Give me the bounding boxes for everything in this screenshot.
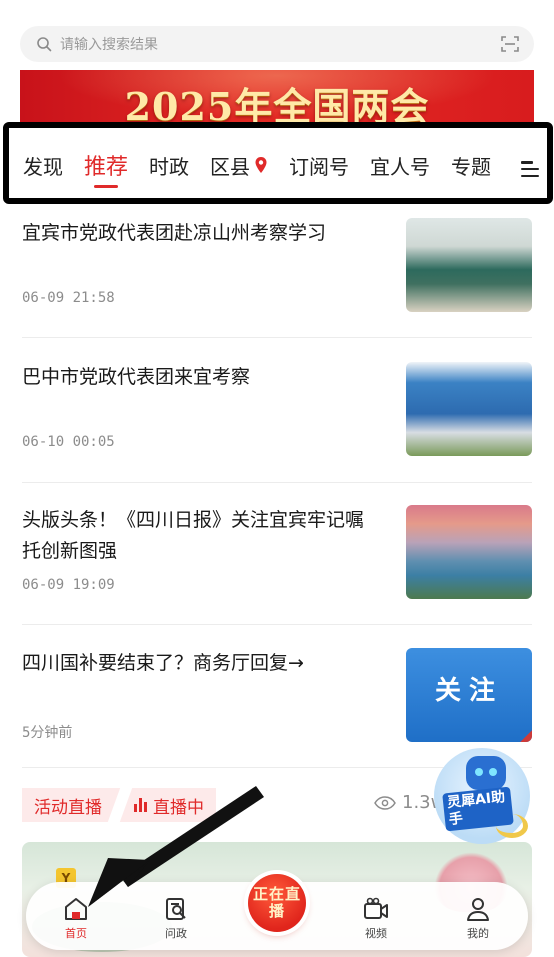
tab-districts[interactable]: 区县 [210, 151, 268, 179]
live-activity-label: 活动直播 [34, 797, 102, 818]
tab-subscriptions[interactable]: 订阅号 [289, 151, 349, 179]
live-tag: 活动直播 直播中 [22, 788, 216, 822]
news-thumbnail: 关注 [406, 648, 532, 742]
news-title: 四川国补要结束了？商务厅回复→ [22, 652, 304, 674]
news-time: 5分钟前 [22, 725, 73, 741]
news-title: 头版头条！《四川日报》关注宜宾牢记嘱托创新图强 [22, 509, 365, 562]
tab-discover[interactable]: 发现 [23, 151, 63, 179]
news-thumbnail [406, 505, 532, 599]
news-thumbnail [406, 362, 532, 456]
ai-assistant-button[interactable]: 灵犀AI助手 [434, 748, 534, 844]
news-item[interactable]: 头版头条！《四川日报》关注宜宾牢记嘱托创新图强 06-09 19:09 [22, 505, 532, 625]
nav-profile[interactable]: 我的 [448, 896, 508, 941]
news-title: 宜宾市党政代表团赴凉山州考察学习 [22, 222, 327, 244]
home-icon [65, 898, 87, 920]
live-status: 直播中 [153, 797, 204, 818]
news-title: 巴中市党政代表团来宜考察 [22, 366, 251, 388]
robot-icon [466, 756, 506, 790]
news-time: 06-09 19:09 [22, 577, 115, 593]
video-camera-icon [364, 897, 388, 919]
tab-topics[interactable]: 专题 [451, 151, 491, 179]
bottom-nav: 首页 问政 正在直播 视频 我的 [26, 874, 528, 950]
nav-home[interactable]: 首页 [46, 896, 106, 941]
scan-icon[interactable] [500, 34, 520, 54]
event-banner[interactable]: 2025年全国两会 [20, 70, 534, 126]
inquiry-icon [166, 898, 186, 920]
search-icon [37, 37, 52, 52]
search-bar[interactable]: 请输入搜索结果 [20, 26, 534, 62]
channel-tabs: 发现 推荐 时政 区县 订阅号 宜人号 专题 [3, 122, 553, 204]
news-item[interactable]: 宜宾市党政代表团赴凉山州考察学习 06-09 21:58 [22, 218, 532, 338]
live-now-button[interactable]: 正在直播 [248, 874, 306, 932]
news-time: 06-10 00:05 [22, 434, 115, 450]
tab-yiren[interactable]: 宜人号 [370, 151, 430, 179]
news-item[interactable]: 巴中市党政代表团来宜考察 06-10 00:05 [22, 362, 532, 506]
location-pin-icon [255, 157, 267, 173]
nav-inquiry[interactable]: 问政 [146, 896, 206, 941]
banner-title: 2025年全国两会 [124, 84, 430, 126]
live-bars-icon [134, 798, 147, 812]
menu-icon[interactable] [521, 161, 539, 177]
follow-label: 关注 [434, 676, 503, 706]
news-thumbnail [406, 218, 532, 312]
tab-recommend[interactable]: 推荐 [84, 151, 128, 188]
tab-politics[interactable]: 时政 [149, 151, 189, 179]
search-input[interactable]: 请输入搜索结果 [60, 34, 500, 54]
news-time: 06-09 21:58 [22, 290, 115, 306]
nav-video[interactable]: 视频 [346, 896, 406, 941]
user-icon [467, 898, 489, 921]
eye-icon [374, 795, 396, 810]
